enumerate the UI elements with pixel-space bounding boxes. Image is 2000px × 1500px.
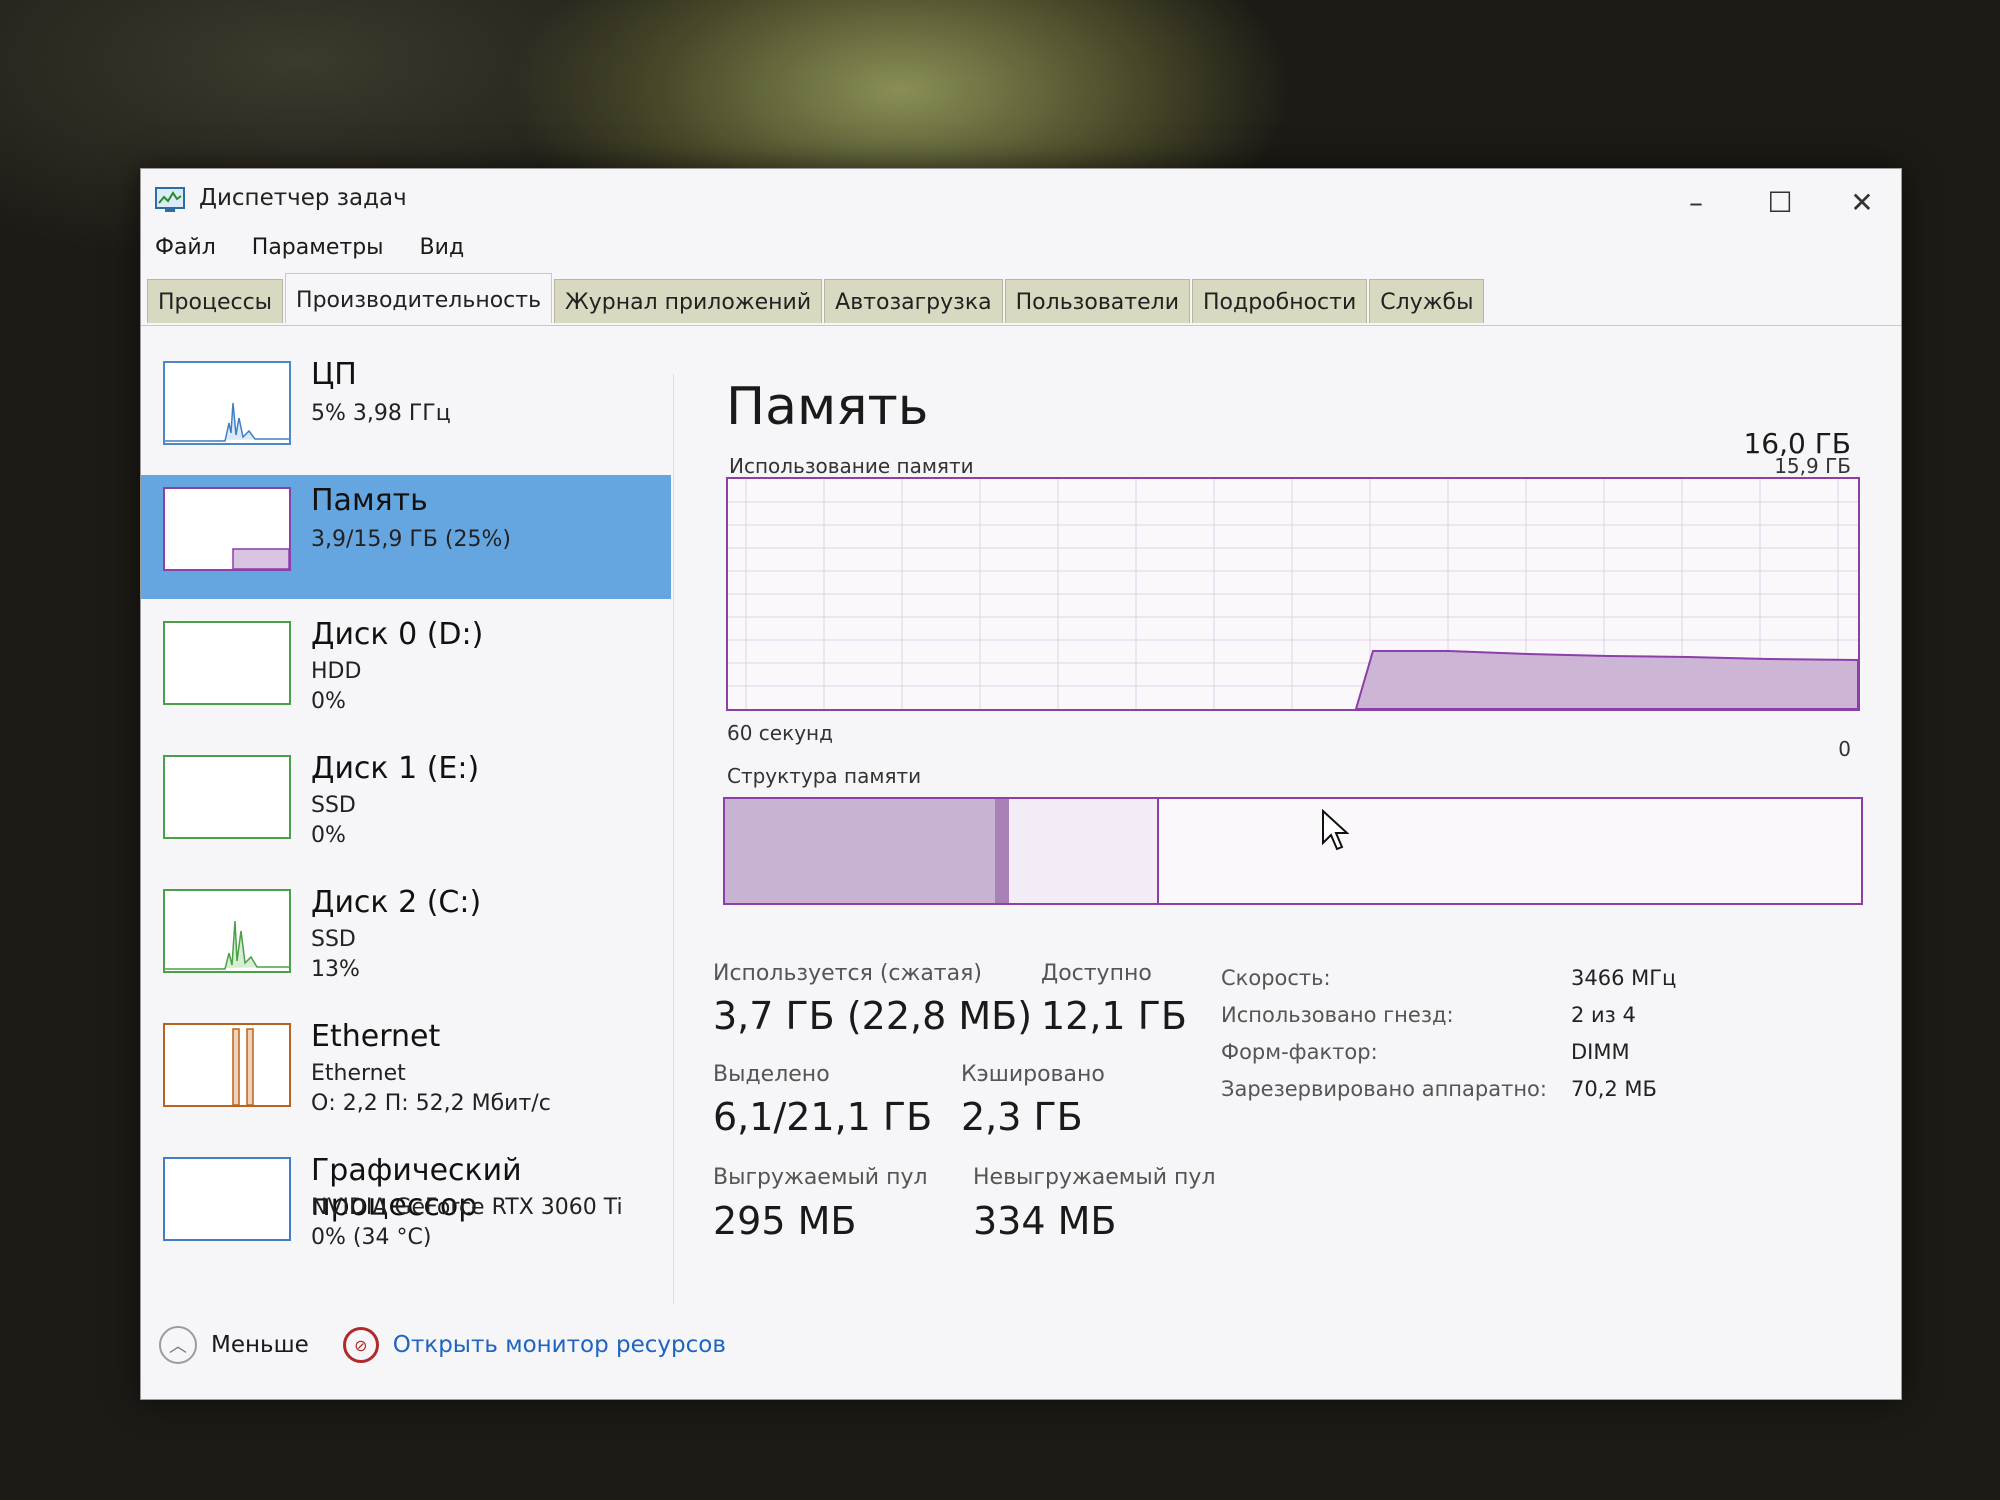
- memory-composition-bar: [723, 797, 1863, 905]
- sidebar-item-disk-1[interactable]: Диск 1 (E:) SSD 0%: [141, 743, 671, 867]
- speed-label: Скорость:: [1221, 966, 1331, 990]
- sidebar-item-detail: 5% 3,98 ГГц: [311, 401, 451, 426]
- nonpaged-pool-value: 334 МБ: [973, 1199, 1117, 1243]
- memory-sparkline: [232, 548, 289, 569]
- maximize-button[interactable]: ☐: [1745, 177, 1815, 227]
- sidebar-item-type: Ethernet: [311, 1061, 406, 1086]
- cpu-sparkline: [165, 402, 289, 442]
- chevron-up-icon[interactable]: ︿: [159, 1326, 197, 1364]
- task-manager-window: Диспетчер задач – ☐ ✕ Файл Параметры Вид…: [140, 168, 1902, 1400]
- available-label: Доступно: [1041, 961, 1152, 986]
- bottom-bar: ︿ Меньше ⊘ Открыть монитор ресурсов: [159, 1323, 726, 1367]
- minimize-button[interactable]: –: [1661, 177, 1731, 227]
- sidebar-item-detail: О: 2,2 П: 52,2 Мбит/с: [311, 1091, 551, 1116]
- sidebar-item-type: SSD: [311, 793, 356, 818]
- sidebar-item-disk-2[interactable]: Диск 2 (C:) SSD 13%: [141, 877, 671, 1001]
- tab-processes[interactable]: Процессы: [147, 279, 284, 323]
- sidebar-item-label: Диск 0 (D:): [311, 617, 484, 652]
- task-manager-icon: [155, 187, 185, 212]
- page-title: Память: [726, 377, 929, 437]
- sidebar-item-disk-0[interactable]: Диск 0 (D:) HDD 0%: [141, 609, 671, 733]
- memory-usage-chart: [728, 479, 1859, 710]
- menu-view[interactable]: Вид: [416, 233, 469, 262]
- paged-pool-value: 295 МБ: [713, 1199, 857, 1243]
- disk2-thumbnail: [163, 889, 291, 973]
- cached-label: Кэшировано: [961, 1062, 1105, 1087]
- in-use-label: Используется (сжатая): [713, 961, 982, 986]
- tab-bar: Процессы Производительность Журнал прило…: [147, 273, 1486, 323]
- sidebar-item-type: SSD: [311, 927, 356, 952]
- sidebar-divider: [673, 374, 674, 1304]
- sidebar-item-detail: 3,9/15,9 ГБ (25%): [311, 527, 511, 552]
- committed-value: 6,1/21,1 ГБ: [713, 1095, 933, 1139]
- tab-divider: [141, 325, 1901, 326]
- window-title: Диспетчер задач: [199, 185, 407, 211]
- sidebar-item-detail: 0%: [311, 823, 346, 848]
- sidebar-item-label: Диск 2 (C:): [311, 885, 482, 920]
- tab-startup[interactable]: Автозагрузка: [824, 279, 1003, 323]
- menu-bar: Файл Параметры Вид: [151, 233, 468, 262]
- gpu-thumbnail: [163, 1157, 291, 1241]
- nonpaged-pool-label: Невыгружаемый пул: [973, 1165, 1216, 1190]
- disk1-thumbnail: [163, 755, 291, 839]
- sidebar-item-ethernet[interactable]: Ethernet Ethernet О: 2,2 П: 52,2 Мбит/с: [141, 1011, 671, 1135]
- composition-in-use[interactable]: [725, 799, 995, 903]
- sidebar-item-cpu[interactable]: ЦП 5% 3,98 ГГц: [141, 349, 671, 473]
- open-resource-monitor-link[interactable]: Открыть монитор ресурсов: [393, 1332, 726, 1358]
- mouse-cursor-icon: [1322, 809, 1349, 851]
- memory-usage-label: Использование памяти: [729, 454, 974, 478]
- composition-free[interactable]: [1159, 799, 1861, 903]
- slots-label: Использовано гнезд:: [1221, 1003, 1454, 1027]
- menu-options[interactable]: Параметры: [248, 233, 388, 262]
- sidebar-item-gpu[interactable]: Графический процессор NVIDIA GeForce RTX…: [141, 1145, 671, 1269]
- cached-value: 2,3 ГБ: [961, 1095, 1083, 1139]
- memory-thumbnail: [163, 487, 291, 571]
- available-value: 12,1 ГБ: [1041, 994, 1187, 1038]
- ethernet-sparkline: [232, 1028, 254, 1105]
- graph-time-label: 60 секунд: [727, 721, 833, 745]
- menu-file[interactable]: Файл: [151, 233, 220, 262]
- disk2-sparkline: [165, 920, 289, 970]
- in-use-value: 3,7 ГБ (22,8 МБ): [713, 994, 1033, 1038]
- title-bar: Диспетчер задач – ☐ ✕: [141, 169, 1901, 227]
- sidebar-item-label: Диск 1 (E:): [311, 751, 480, 786]
- sidebar-item-type: HDD: [311, 659, 362, 684]
- sidebar-item-type: NVIDIA GeForce RTX 3060 Ti: [311, 1195, 623, 1220]
- sidebar-item-label: Память: [311, 483, 428, 518]
- committed-label: Выделено: [713, 1062, 830, 1087]
- slots-value: 2 из 4: [1571, 1003, 1636, 1027]
- close-button[interactable]: ✕: [1827, 177, 1897, 227]
- memory-structure-label: Структура памяти: [727, 764, 922, 788]
- performance-sidebar: ЦП 5% 3,98 ГГц Память 3,9/15,9 ГБ (25%) …: [141, 339, 671, 1250]
- ethernet-thumbnail: [163, 1023, 291, 1107]
- resource-monitor-icon[interactable]: ⊘: [342, 1327, 379, 1363]
- fewer-details-button[interactable]: Меньше: [211, 1332, 309, 1358]
- sidebar-item-detail: 0% (34 °C): [311, 1225, 432, 1250]
- graph-zero-label: 0: [1838, 737, 1851, 761]
- memory-usage-max: 15,9 ГБ: [1774, 454, 1851, 478]
- sidebar-item-detail: 0%: [311, 689, 346, 714]
- memory-usage-graph: [726, 477, 1860, 711]
- tab-users[interactable]: Пользователи: [1004, 279, 1190, 323]
- speed-value: 3466 МГц: [1571, 966, 1677, 990]
- form-factor-label: Форм-фактор:: [1221, 1040, 1378, 1064]
- form-factor-value: DIMM: [1571, 1040, 1630, 1064]
- composition-standby[interactable]: [1009, 799, 1159, 903]
- reserved-value: 70,2 МБ: [1571, 1077, 1657, 1101]
- sidebar-item-label: ЦП: [311, 357, 357, 392]
- cpu-thumbnail: [163, 361, 291, 445]
- paged-pool-label: Выгружаемый пул: [713, 1165, 928, 1190]
- reserved-label: Зарезервировано аппаратно:: [1221, 1077, 1547, 1101]
- tab-services[interactable]: Службы: [1369, 279, 1485, 323]
- tab-details[interactable]: Подробности: [1192, 279, 1368, 323]
- composition-modified[interactable]: [995, 799, 1009, 903]
- sidebar-item-memory[interactable]: Память 3,9/15,9 ГБ (25%): [141, 475, 671, 599]
- sidebar-item-label: Ethernet: [311, 1019, 441, 1054]
- tab-app-history[interactable]: Журнал приложений: [554, 279, 823, 323]
- sidebar-item-detail: 13%: [311, 957, 360, 982]
- tab-performance[interactable]: Производительность: [285, 273, 553, 323]
- disk0-thumbnail: [163, 621, 291, 705]
